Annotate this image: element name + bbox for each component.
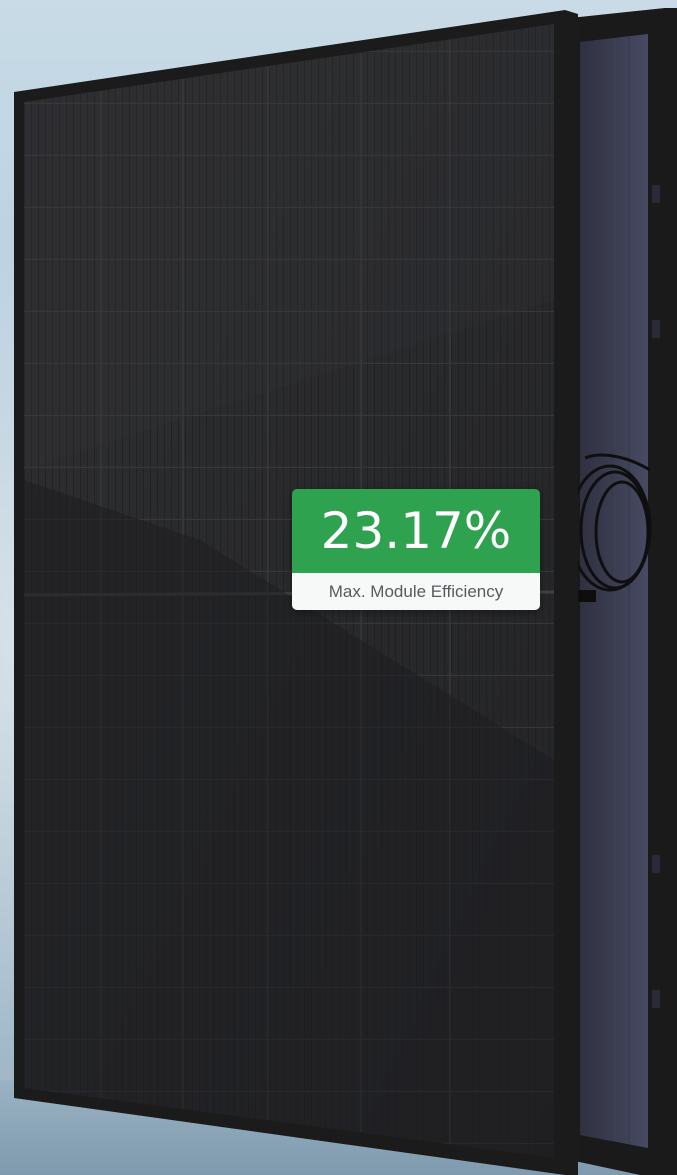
efficiency-value: 23.17%: [320, 502, 512, 560]
back-panel: [568, 8, 677, 1175]
efficiency-badge: 23.17% Max. Module Efficiency: [292, 489, 540, 610]
efficiency-value-box: 23.17%: [292, 489, 540, 573]
efficiency-label: Max. Module Efficiency: [328, 581, 504, 601]
efficiency-label-box: Max. Module Efficiency: [292, 573, 540, 610]
